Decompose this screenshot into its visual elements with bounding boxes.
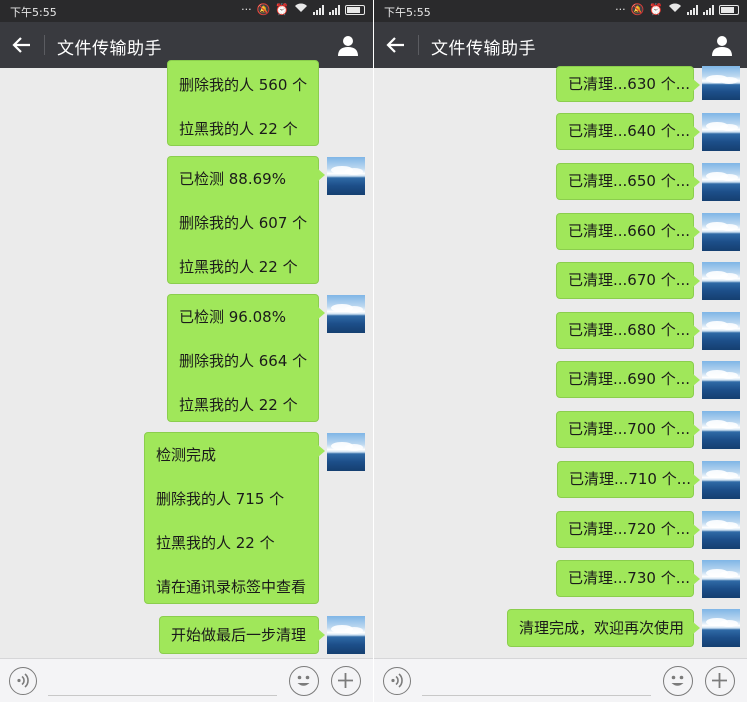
user-avatar[interactable]: [702, 262, 740, 300]
message-bubble[interactable]: 已检测 88.69% 删除我的人 607 个 拉黑我的人 22 个: [167, 156, 325, 284]
mute-icon: 🔕: [630, 3, 645, 16]
plus-icon[interactable]: [331, 666, 361, 696]
user-avatar[interactable]: [702, 66, 740, 100]
wifi-icon: [668, 3, 682, 16]
person-icon[interactable]: [337, 34, 359, 56]
signal-icon: [687, 4, 698, 15]
dots-icon: ···: [241, 3, 252, 16]
message-line: 已清理...690 个...: [568, 370, 691, 388]
user-avatar[interactable]: [702, 163, 740, 201]
status-bar: 下午5:55 ··· 🔕 ⏰: [374, 0, 747, 22]
back-arrow-icon[interactable]: [384, 31, 408, 59]
message-bubble[interactable]: 已清理...670 个...: [556, 262, 700, 299]
chat-title: 文件传输助手: [431, 39, 536, 59]
header-separator: [44, 35, 45, 55]
message-line: 已清理...700 个...: [568, 420, 691, 438]
message-bubble[interactable]: 已清理...630 个...: [556, 66, 700, 102]
user-avatar[interactable]: [327, 295, 365, 333]
signal-icon: [313, 4, 324, 15]
user-avatar[interactable]: [702, 113, 740, 151]
message-input[interactable]: [48, 695, 277, 696]
message-bubble[interactable]: 清理完成，欢迎再次使用: [507, 609, 700, 647]
signal-icon: [703, 4, 714, 15]
message-line: 删除我的人 664 个: [179, 352, 308, 370]
message-bubble[interactable]: 已清理...690 个...: [556, 361, 700, 398]
message-line: 已清理...710 个...: [569, 470, 692, 488]
message-bubble[interactable]: 已清理...710 个...: [557, 461, 700, 498]
input-toolbar: [0, 658, 373, 702]
battery-icon: [345, 4, 365, 15]
message-line: 请在通讯录标签中查看: [156, 578, 307, 596]
message-line: 拉黑我的人 22 个: [179, 120, 298, 138]
user-avatar[interactable]: [702, 361, 740, 399]
alarm-icon: ⏰: [275, 3, 289, 16]
message-line: 删除我的人 560 个: [179, 76, 308, 94]
message-bubble[interactable]: 检测完成 删除我的人 715 个 拉黑我的人 22 个 请在通讯录标签中查看: [144, 432, 325, 604]
user-avatar[interactable]: [702, 213, 740, 251]
user-avatar[interactable]: [702, 411, 740, 449]
user-avatar[interactable]: [327, 433, 365, 471]
plus-icon[interactable]: [705, 666, 735, 696]
message-line: 已清理...660 个...: [568, 222, 691, 240]
user-avatar[interactable]: [702, 511, 740, 549]
message-line: 删除我的人 607 个: [179, 214, 308, 232]
wifi-icon: [294, 3, 308, 16]
status-icons: ··· 🔕 ⏰: [241, 3, 365, 16]
message-line: 已清理...640 个...: [568, 122, 691, 140]
message-input[interactable]: [422, 695, 651, 696]
emoji-icon[interactable]: [289, 666, 319, 696]
user-avatar[interactable]: [327, 616, 365, 654]
message-line: 已清理...650 个...: [568, 172, 691, 190]
message-bubble[interactable]: 已清理...700 个...: [556, 411, 700, 448]
user-avatar[interactable]: [702, 609, 740, 647]
message-line: 已清理...730 个...: [568, 569, 691, 587]
message-bubble[interactable]: 已清理...720 个...: [556, 511, 700, 548]
battery-icon: [719, 4, 739, 15]
status-bar: 下午5:55 ··· 🔕 ⏰: [0, 0, 373, 22]
message-line: 检测完成: [156, 446, 217, 464]
message-bubble[interactable]: 删除我的人 560 个 拉黑我的人 22 个: [167, 60, 319, 146]
message-line: 已清理...680 个...: [568, 321, 691, 339]
message-bubble[interactable]: 已清理...650 个...: [556, 163, 700, 200]
mute-icon: 🔕: [256, 3, 271, 16]
message-bubble[interactable]: 已清理...640 个...: [556, 113, 700, 150]
dots-icon: ···: [615, 3, 626, 16]
user-avatar[interactable]: [702, 560, 740, 598]
chat-screen-left: 下午5:55 ··· 🔕 ⏰ 文件传输助手 删除我的人 560 个 拉黑我的人 …: [0, 0, 373, 702]
message-line: 删除我的人 715 个: [156, 490, 285, 508]
voice-icon[interactable]: [9, 667, 37, 695]
message-line: 已检测 88.69%: [179, 170, 286, 188]
input-toolbar: [374, 658, 747, 702]
signal-icon: [329, 4, 340, 15]
person-icon[interactable]: [711, 34, 733, 56]
back-arrow-icon[interactable]: [10, 31, 34, 59]
message-line: 清理完成，欢迎再次使用: [519, 619, 685, 637]
message-bubble[interactable]: 已清理...730 个...: [556, 560, 700, 597]
header-separator: [418, 35, 419, 55]
voice-icon[interactable]: [383, 667, 411, 695]
message-line: 拉黑我的人 22 个: [179, 396, 298, 414]
message-line: 已清理...720 个...: [568, 520, 691, 538]
user-avatar[interactable]: [327, 157, 365, 195]
message-bubble[interactable]: 已清理...680 个...: [556, 312, 700, 349]
chat-screen-right: 下午5:55 ··· 🔕 ⏰ 文件传输助手 已清理...630 个... 已清理…: [374, 0, 747, 702]
user-avatar[interactable]: [702, 461, 740, 499]
status-icons: ··· 🔕 ⏰: [615, 3, 739, 16]
status-time: 下午5:55: [10, 6, 57, 19]
message-line: 已清理...670 个...: [568, 271, 691, 289]
message-line: 开始做最后一步清理: [171, 626, 307, 644]
message-bubble[interactable]: 已清理...660 个...: [556, 213, 700, 250]
user-avatar[interactable]: [702, 312, 740, 350]
message-bubble[interactable]: 已检测 96.08% 删除我的人 664 个 拉黑我的人 22 个: [167, 294, 325, 422]
message-line: 已清理...630 个...: [568, 75, 691, 93]
message-line: 拉黑我的人 22 个: [156, 534, 275, 552]
chat-title: 文件传输助手: [57, 39, 162, 59]
chat-header: 文件传输助手: [374, 22, 747, 68]
emoji-icon[interactable]: [663, 666, 693, 696]
message-bubble[interactable]: 开始做最后一步清理: [159, 616, 325, 654]
message-line: 已检测 96.08%: [179, 308, 286, 326]
alarm-icon: ⏰: [649, 3, 663, 16]
status-time: 下午5:55: [384, 6, 431, 19]
message-line: 拉黑我的人 22 个: [179, 258, 298, 276]
